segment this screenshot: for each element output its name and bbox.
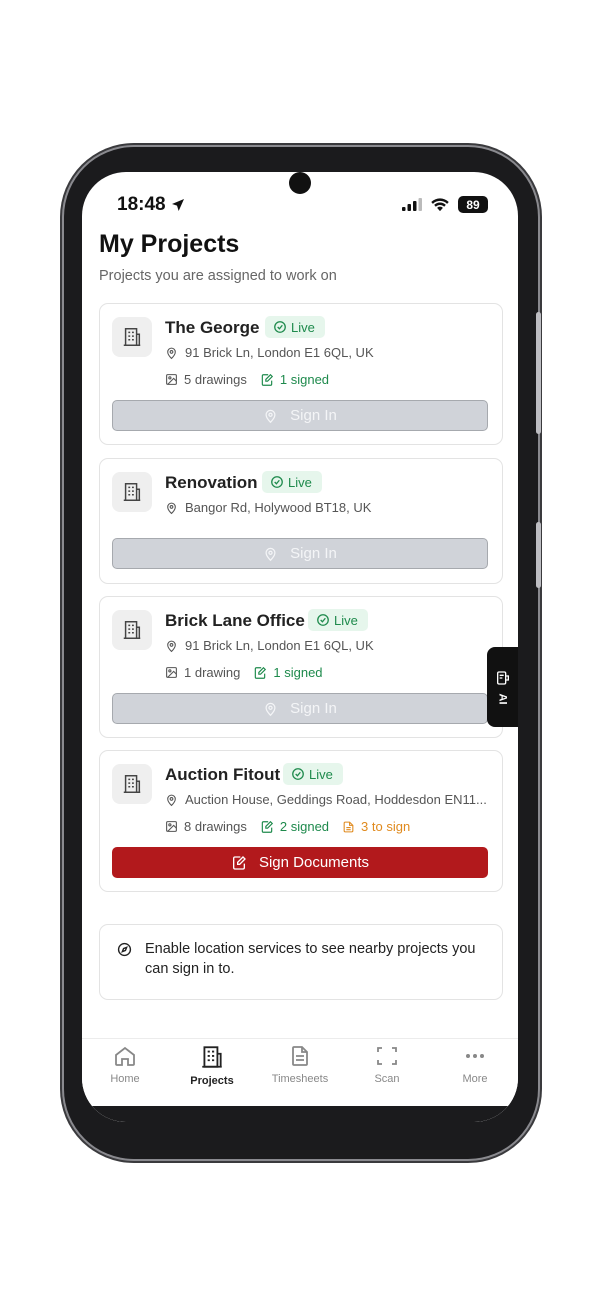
project-card[interactable]: Auction Fitout Live Auction House, Geddi…	[99, 750, 503, 892]
map-pin-icon	[265, 547, 276, 561]
live-badge: Live	[283, 763, 343, 785]
project-address: Auction House, Geddings Road, Hoddesdon …	[165, 792, 487, 807]
location-notice: Enable location services to see nearby p…	[99, 924, 503, 1000]
project-address: 91 Brick Ln, London E1 6QL, UK	[165, 345, 374, 360]
to-sign-count: 3 to sign	[342, 819, 410, 834]
drawings-count: 1 drawing	[165, 665, 240, 680]
project-name: The George	[165, 318, 260, 337]
sign-in-button[interactable]: Sign In	[112, 400, 488, 431]
pending-doc-icon	[343, 821, 354, 832]
ai-doc-icon	[496, 671, 509, 685]
bottom-bezel	[82, 1106, 518, 1122]
volume-button	[536, 312, 541, 434]
compass-icon	[117, 942, 132, 957]
building-icon	[112, 764, 152, 804]
page-subtitle: Projects you are assigned to work on	[99, 268, 337, 284]
check-circle-icon	[271, 476, 283, 488]
signed-count: 1 signed	[253, 665, 323, 680]
wifi-icon	[431, 198, 449, 212]
map-pin-icon	[167, 794, 176, 806]
map-pin-icon	[265, 409, 276, 423]
project-card[interactable]: Brick Lane Office Live 91 Brick Ln, Lond…	[99, 596, 503, 738]
front-camera	[289, 172, 311, 194]
more-icon	[466, 1054, 484, 1058]
status-time: 18:48	[117, 194, 186, 216]
map-pin-icon	[167, 640, 176, 652]
live-badge: Live	[265, 316, 325, 338]
scan-icon	[377, 1047, 397, 1065]
live-badge: Live	[308, 609, 368, 631]
map-pin-icon	[167, 502, 176, 514]
drawings-count: 8 drawings	[165, 819, 247, 834]
status-icons: 89	[402, 196, 488, 213]
sign-in-button[interactable]: Sign In	[112, 693, 488, 724]
check-circle-icon	[317, 614, 329, 626]
power-button	[536, 522, 541, 588]
project-card[interactable]: Renovation Live Bangor Rd, Holywood BT18…	[99, 458, 503, 584]
project-name: Renovation	[165, 473, 258, 492]
signed-count: 1 signed	[260, 372, 329, 387]
location-arrow-icon	[171, 199, 184, 211]
document-icon	[292, 1046, 308, 1066]
project-address: 91 Brick Ln, London E1 6QL, UK	[165, 638, 374, 653]
sign-doc-icon	[232, 855, 246, 870]
project-address: Bangor Rd, Holywood BT18, UK	[165, 500, 371, 515]
signed-doc-icon	[261, 820, 273, 833]
image-icon	[166, 374, 177, 385]
building-icon	[112, 610, 152, 650]
check-circle-icon	[274, 321, 286, 333]
tab-timesheets[interactable]: Timesheets	[260, 1044, 340, 1085]
project-meta: 8 drawings 2 signed 3 to sign	[165, 819, 410, 834]
sign-in-button[interactable]: Sign In	[112, 538, 488, 569]
notice-text: Enable location services to see nearby p…	[145, 941, 476, 977]
check-circle-icon	[292, 768, 304, 780]
signal-icon	[402, 198, 422, 211]
signed-doc-icon	[261, 373, 273, 386]
signed-count: 2 signed	[260, 819, 329, 834]
ai-assistant-tab[interactable]: AI	[487, 647, 518, 727]
image-icon	[166, 667, 177, 678]
project-name: Brick Lane Office	[165, 611, 305, 630]
app-screen: 18:48 89 My Projects Projects you are as…	[82, 172, 518, 1122]
building-icon	[112, 472, 152, 512]
home-icon	[115, 1046, 135, 1066]
live-badge: Live	[262, 471, 322, 493]
tab-more[interactable]: More	[435, 1044, 515, 1085]
project-name: Auction Fitout	[165, 765, 281, 784]
project-card[interactable]: The George Live 91 Brick Ln, London E1 6…	[99, 303, 503, 445]
image-icon	[166, 821, 177, 832]
page-title: My Projects	[99, 230, 240, 258]
building-icon	[112, 317, 152, 357]
status-bar: 18:48 89	[82, 172, 518, 232]
project-meta: 1 drawing 1 signed	[165, 665, 323, 680]
map-pin-icon	[167, 347, 176, 359]
sign-documents-button[interactable]: Sign Documents	[112, 847, 488, 878]
project-meta: 5 drawings 1 signed	[165, 372, 329, 387]
tab-scan[interactable]: Scan	[347, 1044, 427, 1085]
map-pin-icon	[265, 702, 276, 716]
building-icon	[202, 1046, 222, 1068]
signed-doc-icon	[255, 666, 267, 679]
battery-indicator: 89	[458, 196, 488, 213]
ai-label: AI	[496, 693, 509, 705]
tab-home[interactable]: Home	[85, 1044, 165, 1085]
tab-projects[interactable]: Projects	[172, 1044, 252, 1087]
drawings-count: 5 drawings	[165, 372, 247, 387]
